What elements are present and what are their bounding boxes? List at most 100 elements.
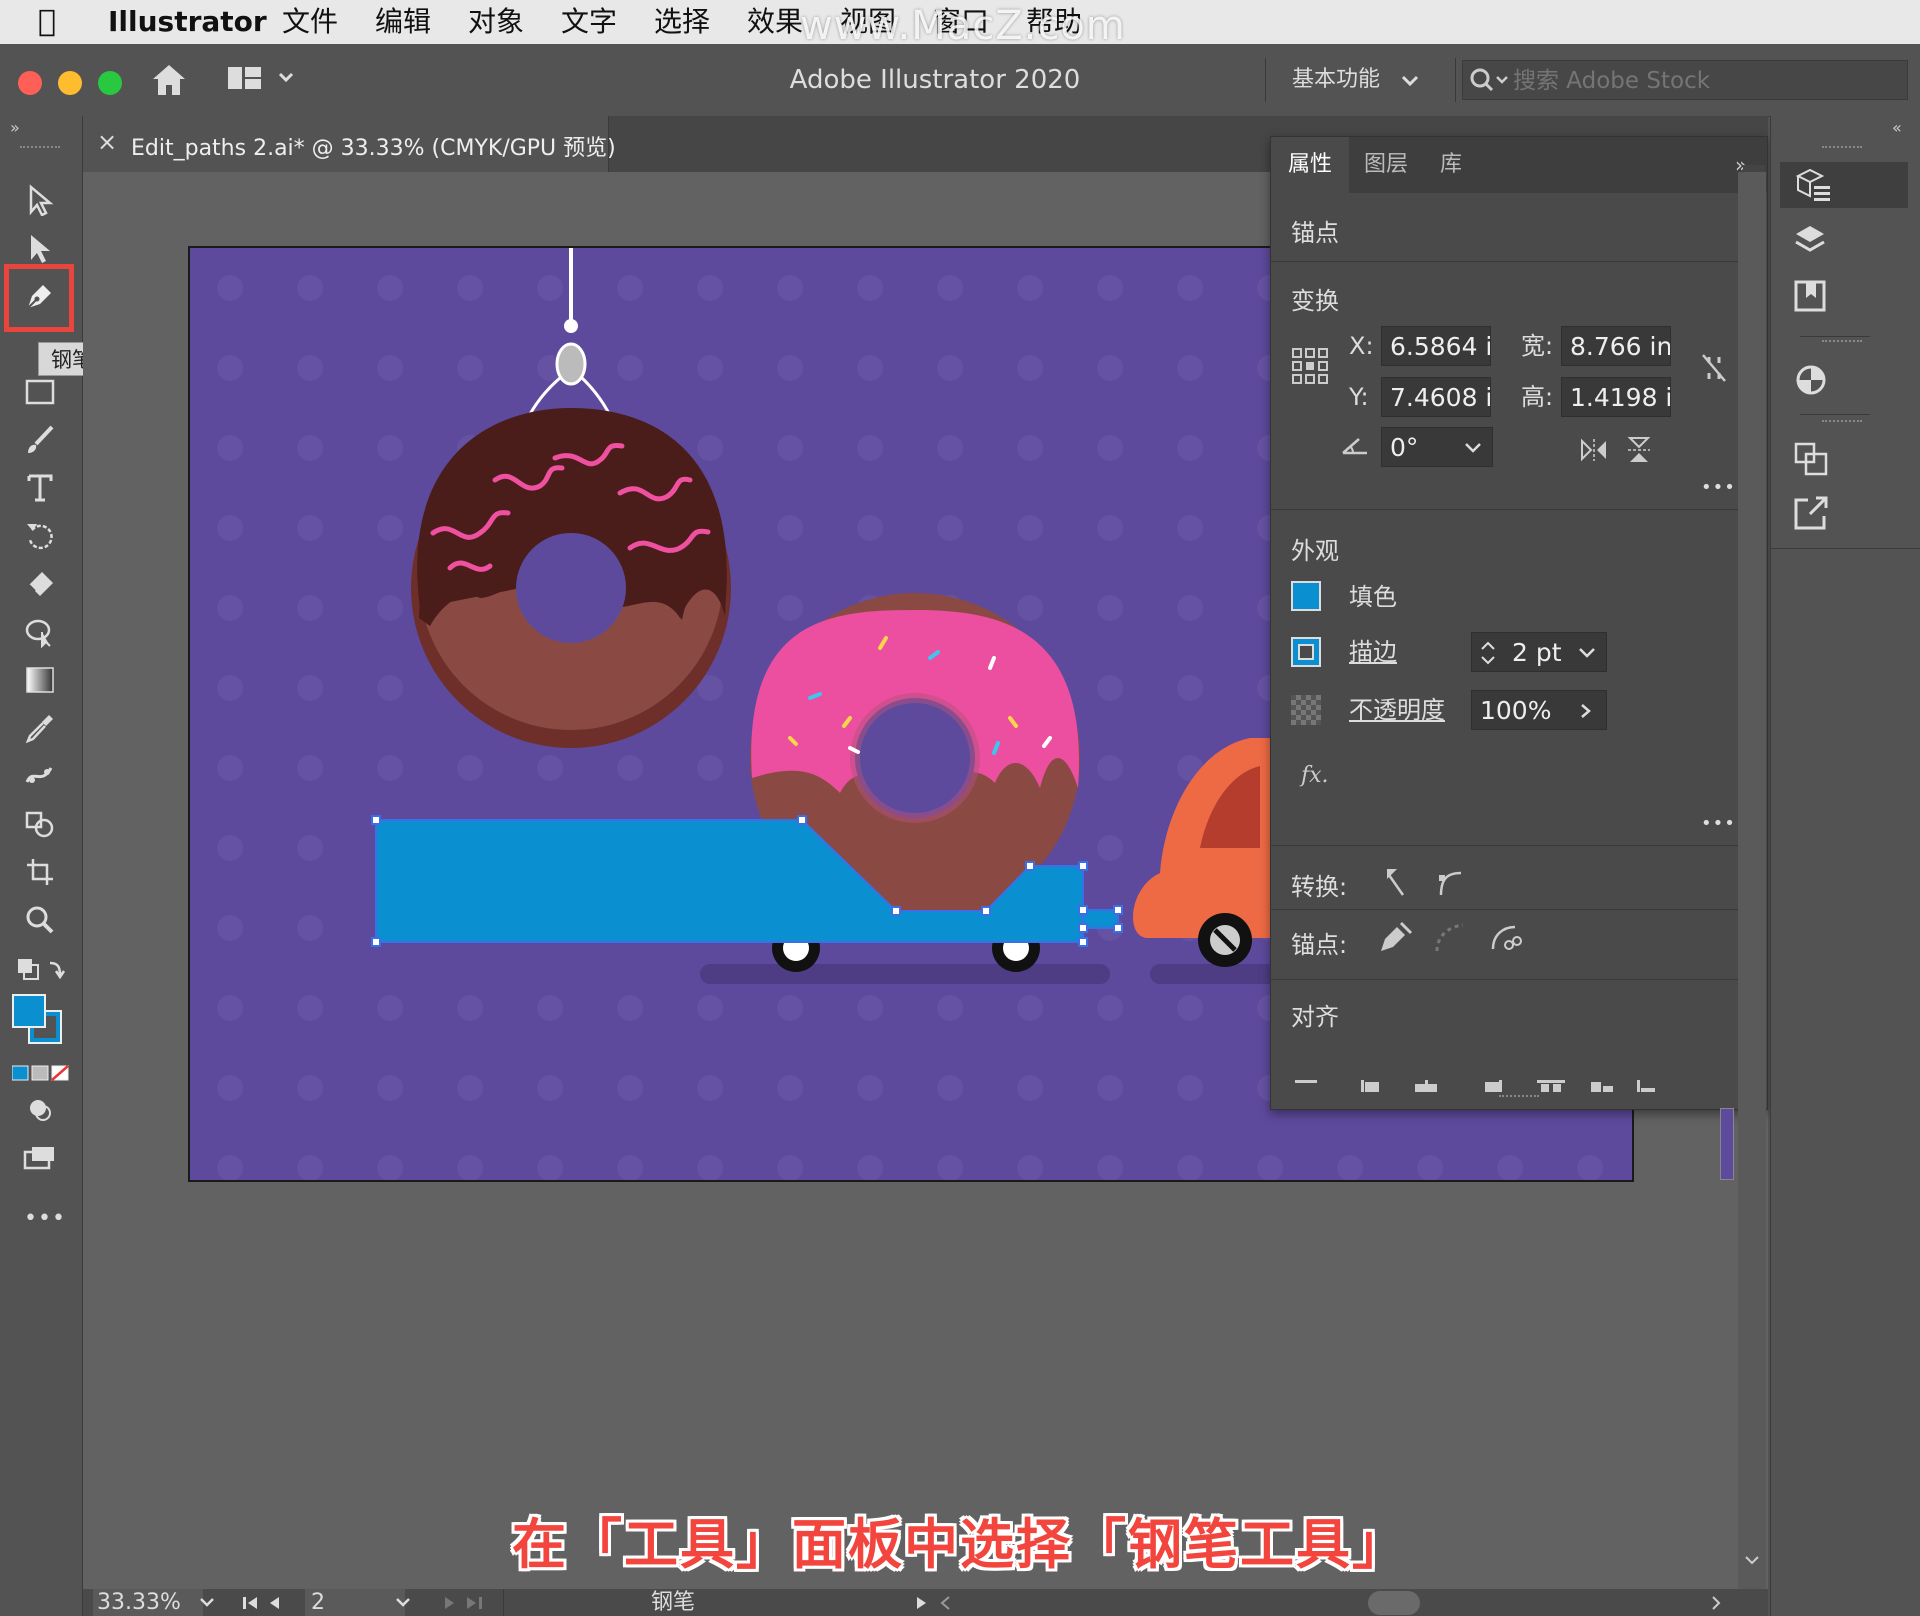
dock-grip[interactable] [1822,420,1862,428]
eyedropper-tool[interactable] [14,708,66,748]
drawing-modes-icon[interactable] [14,1090,66,1130]
next-artboard-icon[interactable] [441,1595,491,1611]
artboard-number-field[interactable]: 2 [305,1589,405,1616]
stroke-color-swatch[interactable] [1291,637,1321,667]
convert-to-corner-icon[interactable] [1381,865,1411,903]
direct-selection-tool[interactable] [14,228,66,268]
opacity-label[interactable]: 不透明度 [1349,690,1445,730]
flip-vertical-icon[interactable] [1626,435,1652,469]
type-tool[interactable] [14,468,66,508]
puppet-warp-tool[interactable] [14,612,66,652]
workspace-switcher[interactable]: 基本功能 [1292,60,1380,100]
height-field[interactable]: 1.4198 ir [1561,377,1671,417]
horizontal-scroll-thumb[interactable] [1368,1591,1420,1615]
menu-effect[interactable]: 效果 [747,4,803,40]
transform-more-button[interactable]: ••• [1701,477,1736,498]
fill-stroke-swatches[interactable] [12,994,66,1048]
dock-grip[interactable] [1822,146,1862,154]
dock-export-icon[interactable] [1792,494,1830,536]
convert-to-smooth-icon[interactable] [1435,865,1465,903]
status-menu-icon[interactable] [913,1595,953,1611]
close-tab-icon[interactable]: × [97,128,117,156]
chevron-down-icon[interactable] [1400,70,1420,94]
menu-edit[interactable]: 编辑 [375,4,431,40]
zoom-dropdown-icon[interactable] [197,1595,217,1611]
rotate-angle-field[interactable]: 0° [1381,427,1493,467]
align-buttons-row[interactable] [1291,1077,1671,1092]
menu-select[interactable]: 选择 [654,4,710,40]
arrange-documents-icon[interactable] [228,64,298,98]
x-field[interactable]: 6.5864 i [1381,326,1491,366]
remove-anchor-icon[interactable] [1377,919,1413,959]
collapse-dock-icon[interactable]: « [1892,118,1902,137]
tab-properties[interactable]: 属性 [1271,137,1349,193]
fill-swatch[interactable] [12,994,46,1028]
divider [1271,909,1741,910]
canvas-vertical-scrollbar[interactable] [1738,172,1766,1589]
divider [1271,979,1741,980]
app-title: Adobe Illustrator 2020 [789,65,1081,95]
next-artboard-edge [1720,1108,1734,1180]
paintbrush-tool[interactable] [14,420,66,460]
appearance-more-button[interactable]: ••• [1701,813,1736,834]
eraser-tool[interactable] [14,564,66,604]
swap-fill-stroke-icon[interactable] [14,948,66,988]
shape-builder-tool[interactable] [14,804,66,844]
blend-tool[interactable] [14,756,66,796]
artboard-dropdown-icon[interactable] [393,1595,413,1611]
current-tool-label: 钢笔 [650,1590,695,1615]
gradient-tool[interactable] [14,660,66,700]
menu-file[interactable]: 文件 [282,4,338,40]
expand-panel-icon[interactable]: » [10,118,20,137]
panel-grip[interactable] [20,146,60,154]
dock-libraries-icon[interactable] [1792,278,1828,318]
menu-app-name[interactable]: Illustrator [108,4,267,40]
fx-button[interactable]: fx. [1301,763,1329,788]
search-input[interactable] [1511,63,1895,99]
stroke-label[interactable]: 描边 [1349,632,1397,672]
tab-libraries[interactable]: 库 [1421,137,1481,193]
window-minimize-button[interactable] [58,71,82,95]
zoom-tool[interactable] [14,900,66,940]
stock-search-box[interactable] [1462,60,1908,100]
edit-toolbar-button[interactable]: ••• [24,1206,66,1231]
screen-mode-icon[interactable] [14,1138,66,1178]
constrain-proportions-icon[interactable] [1699,351,1729,389]
stroke-weight-field[interactable]: 2 pt [1471,632,1607,672]
rotate-tool[interactable] [14,516,66,556]
artboard-tool[interactable] [14,852,66,892]
width-field[interactable]: 8.766 in [1561,326,1671,366]
fill-color-swatch[interactable] [1291,581,1321,611]
divider [503,1589,504,1616]
dock-layers-icon[interactable] [1792,222,1828,262]
first-artboard-icon[interactable] [241,1595,291,1611]
window-zoom-button[interactable] [98,71,122,95]
menu-type[interactable]: 文字 [561,4,617,40]
selection-tool[interactable] [14,180,66,220]
y-field[interactable]: 7.4608 i [1381,377,1491,417]
document-tab[interactable]: × Edit_paths 2.ai* @ 33.33% (CMYK/GPU 预览… [83,116,616,172]
divider [1271,509,1741,510]
dock-recolor-icon[interactable] [1792,360,1830,402]
window-close-button[interactable] [18,71,42,95]
dock-artboards-icon[interactable] [1792,440,1830,482]
panel-resize-grip[interactable] [1499,1095,1539,1103]
zoom-field[interactable]: 33.33% [93,1589,203,1616]
reference-point-icon[interactable] [1291,347,1329,389]
status-bar: 33.33% 2 钢笔 [83,1589,1768,1616]
dock-grip[interactable] [1822,340,1862,348]
cut-path-icon[interactable] [1487,919,1523,959]
rectangle-tool[interactable] [14,372,66,412]
scroll-right-icon[interactable] [1708,1595,1724,1611]
divider [1800,336,1870,337]
opacity-field[interactable]: 100% [1471,690,1607,730]
apple-icon[interactable]:  [38,4,56,40]
color-mode-buttons[interactable] [11,1064,70,1086]
connect-anchors-icon[interactable] [1433,919,1469,959]
flip-horizontal-icon[interactable] [1579,437,1609,467]
pen-tool-highlight [4,264,74,332]
home-icon[interactable] [150,62,188,102]
dock-properties-button[interactable] [1780,162,1908,208]
tab-layers[interactable]: 图层 [1351,137,1421,193]
menu-object[interactable]: 对象 [468,4,524,40]
